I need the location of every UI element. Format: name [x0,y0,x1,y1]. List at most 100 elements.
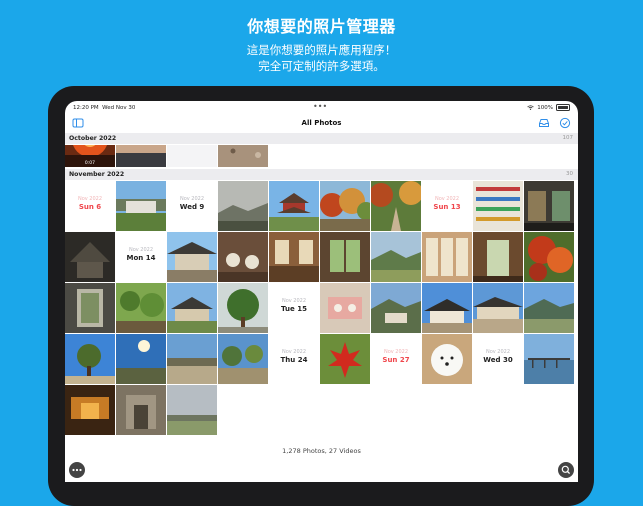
nav-bar: All Photos [65,115,578,135]
search-button[interactable] [558,462,574,478]
photo-image [320,283,370,333]
date-tile[interactable]: Nov 2022 Sun 6 [65,181,115,231]
date-tile-day: Thu 24 [280,356,308,364]
date-tile[interactable]: Nov 2022 Wed 9 [167,181,217,231]
photo-thumbnail[interactable] [65,232,115,282]
photo-thumbnail[interactable] [65,283,115,333]
photo-image [473,283,523,333]
marketing-header: 你想要的照片管理器 這是你想要的照片應用程序！ 完全可定制的許多選項。 [0,16,643,74]
photo-image [116,181,166,231]
photo-image [371,232,421,282]
section-title: November 2022 [69,171,125,178]
photo-image [524,232,574,282]
photo-thumbnail[interactable] [116,334,166,384]
tray-icon[interactable] [538,117,550,129]
photo-thumbnail[interactable] [167,232,217,282]
photo-image [116,145,166,167]
photo-thumbnail[interactable] [218,232,268,282]
status-bar: 12:20 PM Wed Nov 30 ••• 100% [65,101,578,115]
date-tile-day: Sun 6 [78,203,102,211]
library-summary: 1,278 Photos, 27 Videos [282,447,361,455]
date-tile[interactable]: Nov 2022 Tue 15 [269,283,319,333]
photo-thumbnail[interactable] [320,283,370,333]
battery-icon [556,104,570,111]
photo-image [269,181,319,231]
photo-image [269,232,319,282]
photo-thumbnail[interactable] [167,145,217,167]
date-tile[interactable]: Nov 2022 Sun 13 [422,181,472,231]
section-count: 107 [562,135,574,141]
photo-image [218,145,268,167]
photo-image [371,181,421,231]
photo-thumbnail[interactable] [218,181,268,231]
photo-thumbnail[interactable] [167,283,217,333]
photo-thumbnail[interactable] [167,385,217,435]
photo-thumbnail[interactable] [320,232,370,282]
photo-image [65,334,115,384]
photo-thumbnail[interactable] [473,232,523,282]
app-screen: 12:20 PM Wed Nov 30 ••• 100% All Photos … [65,101,578,482]
photo-thumbnail[interactable] [269,232,319,282]
photo-image [167,385,217,435]
photo-thumbnail[interactable] [65,334,115,384]
photo-thumbnail[interactable] [371,232,421,282]
photo-thumbnail[interactable] [422,232,472,282]
photo-thumbnail[interactable] [320,181,370,231]
photo-thumbnail[interactable]: 0:07 [65,145,115,167]
photo-thumbnail[interactable] [524,283,574,333]
photo-image [167,334,217,384]
photo-image [524,181,574,231]
date-tile[interactable]: Nov 2022 Mon 14 [116,232,166,282]
battery-percent: 100% [537,104,553,111]
date-tile-month: Nov 2022 [281,298,307,304]
photo-image [65,283,115,333]
marketing-subline-2: 完全可定制的許多選項。 [258,59,385,73]
photo-thumbnail[interactable] [524,181,574,231]
photo-thumbnail[interactable] [422,283,472,333]
photo-thumbnail[interactable] [116,145,166,167]
photo-thumbnail[interactable] [524,334,574,384]
photo-thumbnail[interactable] [218,334,268,384]
date-tile[interactable]: Nov 2022 Wed 30 [473,334,523,384]
multitask-dots-icon[interactable]: ••• [313,102,327,111]
section-count: 30 [566,171,573,177]
photo-thumbnail[interactable] [116,283,166,333]
date-tile[interactable]: Nov 2022 Sun 27 [371,334,421,384]
more-button[interactable] [69,462,85,478]
photo-thumbnail[interactable] [371,283,421,333]
photo-image [218,283,268,333]
section-title: October 2022 [69,135,117,142]
photo-thumbnail[interactable] [218,283,268,333]
photo-image [524,334,574,384]
photo-thumbnail[interactable] [116,181,166,231]
photo-image [116,334,166,384]
date-tile[interactable]: Nov 2022 Thu 24 [269,334,319,384]
date-tile-day: Sun 13 [433,203,461,211]
section-header-october: October 2022 107 [65,133,578,144]
photo-image [422,334,472,384]
photo-image [473,232,523,282]
date-tile-month: Nov 2022 [179,196,205,202]
date-tile-day: Tue 15 [281,305,307,313]
photo-thumbnail[interactable] [116,385,166,435]
photo-thumbnail[interactable] [269,181,319,231]
photo-image [473,181,523,231]
photo-thumbnail[interactable] [473,283,523,333]
checkmark-circle-icon[interactable] [559,117,571,129]
photo-thumbnail[interactable] [524,232,574,282]
photo-image [167,145,217,167]
marketing-subline-1: 這是你想要的照片應用程序！ [246,43,397,57]
photo-thumbnail[interactable] [167,334,217,384]
photo-image [320,334,370,384]
date-tile-month: Nov 2022 [281,349,307,355]
photo-thumbnail[interactable] [320,334,370,384]
date-tile-day: Wed 9 [179,203,205,211]
photo-thumbnail[interactable] [218,145,268,167]
date-tile-day: Mon 14 [126,254,156,262]
photo-thumbnail[interactable] [65,385,115,435]
photo-thumbnail[interactable] [473,181,523,231]
photo-thumbnail[interactable] [422,334,472,384]
photo-thumbnail[interactable] [371,181,421,231]
video-duration: 0:07 [84,161,95,166]
photo-image [218,232,268,282]
